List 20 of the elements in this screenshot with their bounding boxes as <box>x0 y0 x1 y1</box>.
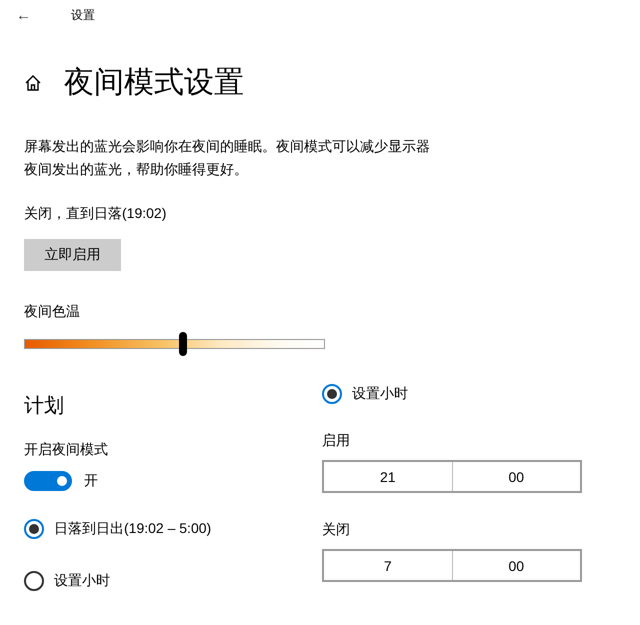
time-label: 关闭 <box>322 521 351 539</box>
home-icon[interactable] <box>24 74 42 92</box>
radio-option[interactable]: 日落到日出(19:02 – 5:00) <box>24 519 212 539</box>
window-title: 设置 <box>71 6 95 24</box>
slider-thumb[interactable] <box>179 332 188 356</box>
radio-option[interactable]: 设置小时 <box>24 571 110 591</box>
description-line: 屏幕发出的蓝光会影响你在夜间的睡眠。夜间模式可以减少显示器 <box>24 137 431 156</box>
radio-option[interactable]: 设置小时 <box>322 384 408 404</box>
toggle-switch[interactable] <box>24 471 72 491</box>
color-temperature-slider[interactable] <box>24 332 325 356</box>
status-text: 关闭，直到日落(19:02) <box>24 205 168 223</box>
toggle-label: 开启夜间模式 <box>24 441 109 459</box>
slider-label: 夜间色温 <box>24 303 81 321</box>
time-label: 启用 <box>322 432 351 450</box>
toggle-state: 开 <box>84 472 98 490</box>
enable-now-button[interactable]: 立即启用 <box>24 239 121 271</box>
section-title: 计划 <box>24 394 65 419</box>
description-line: 夜间发出的蓝光，帮助你睡得更好。 <box>24 160 249 179</box>
page-title: 夜间模式设置 <box>64 65 244 101</box>
back-button[interactable]: ← <box>16 6 31 24</box>
